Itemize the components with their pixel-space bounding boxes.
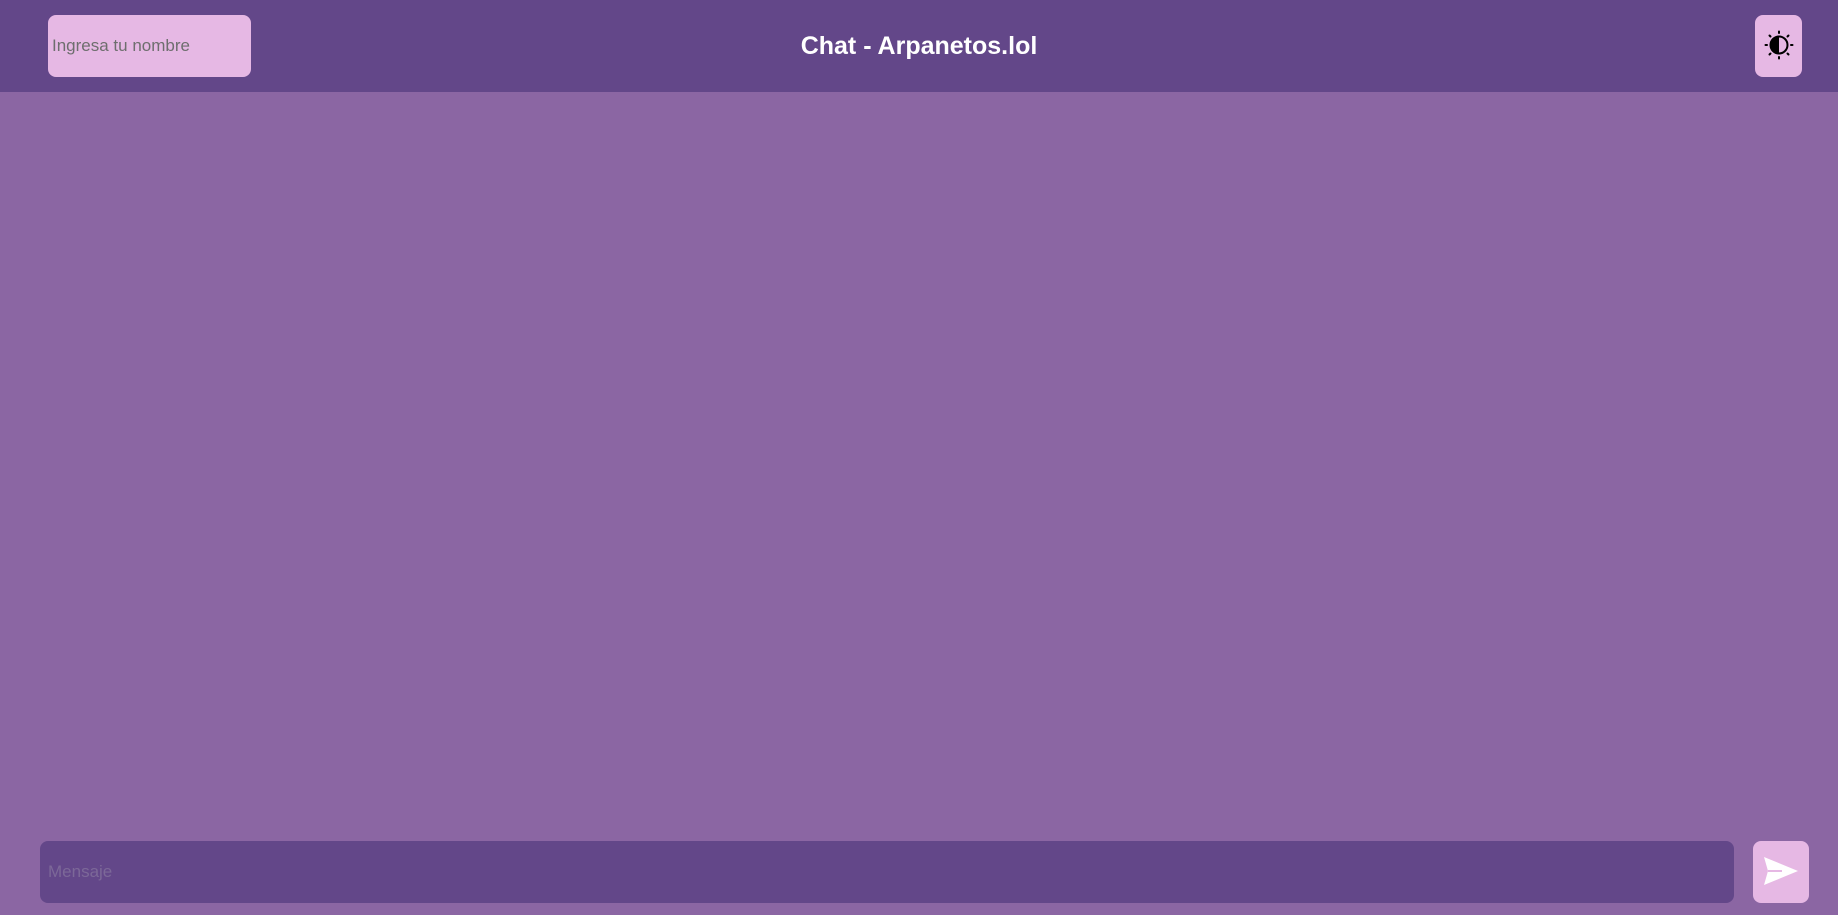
header-bar: Chat - Arpanetos.lol bbox=[0, 0, 1838, 92]
send-icon bbox=[1762, 855, 1800, 890]
half-sun-icon bbox=[1764, 30, 1794, 63]
name-input[interactable] bbox=[48, 15, 251, 77]
message-input[interactable] bbox=[40, 841, 1734, 903]
page-title: Chat - Arpanetos.lol bbox=[800, 32, 1038, 60]
send-button[interactable] bbox=[1753, 841, 1809, 903]
chat-messages-area[interactable] bbox=[0, 92, 1838, 822]
theme-toggle-button[interactable] bbox=[1755, 15, 1802, 77]
